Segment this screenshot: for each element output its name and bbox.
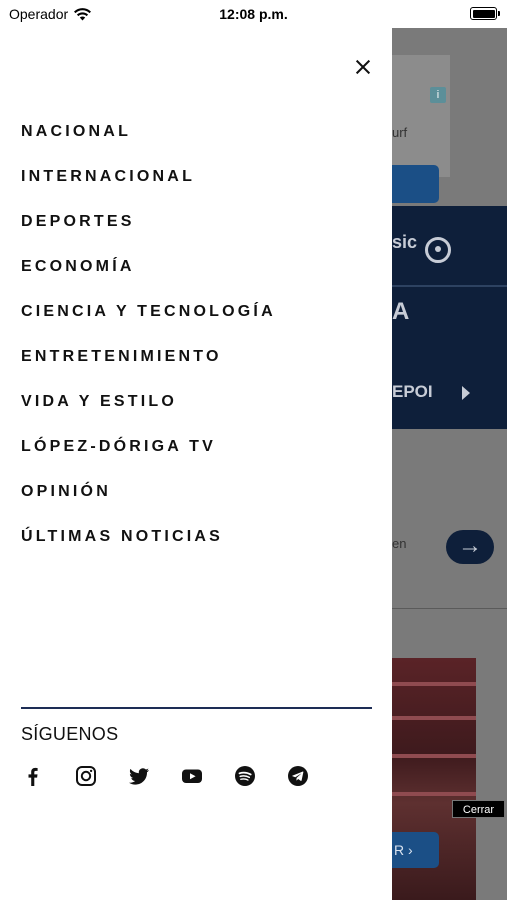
section-link-text: EPOI	[392, 382, 433, 401]
podcast-icon[interactable]	[425, 237, 451, 263]
menu-item-ultimas-noticias[interactable]: ÚLTIMAS NOTICIAS	[21, 526, 276, 571]
youtube-icon[interactable]	[181, 765, 203, 787]
ad-banner[interactable]: i urf	[392, 55, 450, 203]
telegram-icon[interactable]	[287, 765, 309, 787]
menu-item-entretenimiento[interactable]: ENTRETENIMIENTO	[21, 346, 276, 391]
follow-title: SÍGUENOS	[21, 724, 119, 744]
more-button[interactable]: R ›	[392, 832, 439, 868]
banner-divider	[392, 285, 507, 287]
play-icon[interactable]	[462, 386, 470, 400]
menu-item-lopez-doriga-tv[interactable]: LÓPEZ-DÓRIGA TV	[21, 436, 276, 481]
menu-item-nacional[interactable]: NACIONAL	[21, 121, 276, 166]
clock: 12:08 p.m.	[219, 6, 288, 22]
close-icon[interactable]	[352, 56, 374, 78]
menu-item-deportes[interactable]: DEPORTES	[21, 211, 276, 256]
navigation-drawer: NACIONAL INTERNACIONAL DEPORTES ECONOMÍA…	[0, 0, 392, 900]
podcast-banner[interactable]: sic A EPOI	[392, 206, 507, 429]
menu-item-opinion[interactable]: OPINIÓN	[21, 481, 276, 526]
read-more-text: en	[392, 536, 407, 551]
spotify-icon[interactable]	[234, 765, 256, 787]
instagram-icon[interactable]	[75, 765, 97, 787]
menu-item-ciencia-tecnologia[interactable]: CIENCIA Y TECNOLOGÍA	[21, 301, 276, 346]
battery-icon	[470, 7, 500, 20]
twitter-icon[interactable]	[128, 765, 150, 787]
arrow-right-icon[interactable]: →	[446, 530, 494, 564]
facebook-icon[interactable]	[22, 765, 44, 787]
menu-item-economia[interactable]: ECONOMÍA	[21, 256, 276, 301]
section-menu: NACIONAL INTERNACIONAL DEPORTES ECONOMÍA…	[21, 121, 276, 571]
status-bar: Operador 12:08 p.m.	[0, 0, 507, 28]
amazon-music-text: sic	[392, 232, 418, 252]
background-divider	[392, 608, 507, 609]
drawer-divider	[21, 707, 372, 709]
menu-item-internacional[interactable]: INTERNACIONAL	[21, 166, 276, 211]
close-ad-button[interactable]: Cerrar	[452, 800, 505, 818]
ad-button[interactable]	[392, 165, 439, 203]
social-links	[22, 765, 340, 787]
ad-text: urf	[392, 125, 408, 140]
menu-item-vida-estilo[interactable]: VIDA Y ESTILO	[21, 391, 276, 436]
background-page[interactable]: i urf sic A EPOI en → Cerrar R ›	[392, 25, 507, 900]
ad-info-icon[interactable]: i	[430, 87, 446, 103]
banner-letter: A	[392, 298, 410, 325]
